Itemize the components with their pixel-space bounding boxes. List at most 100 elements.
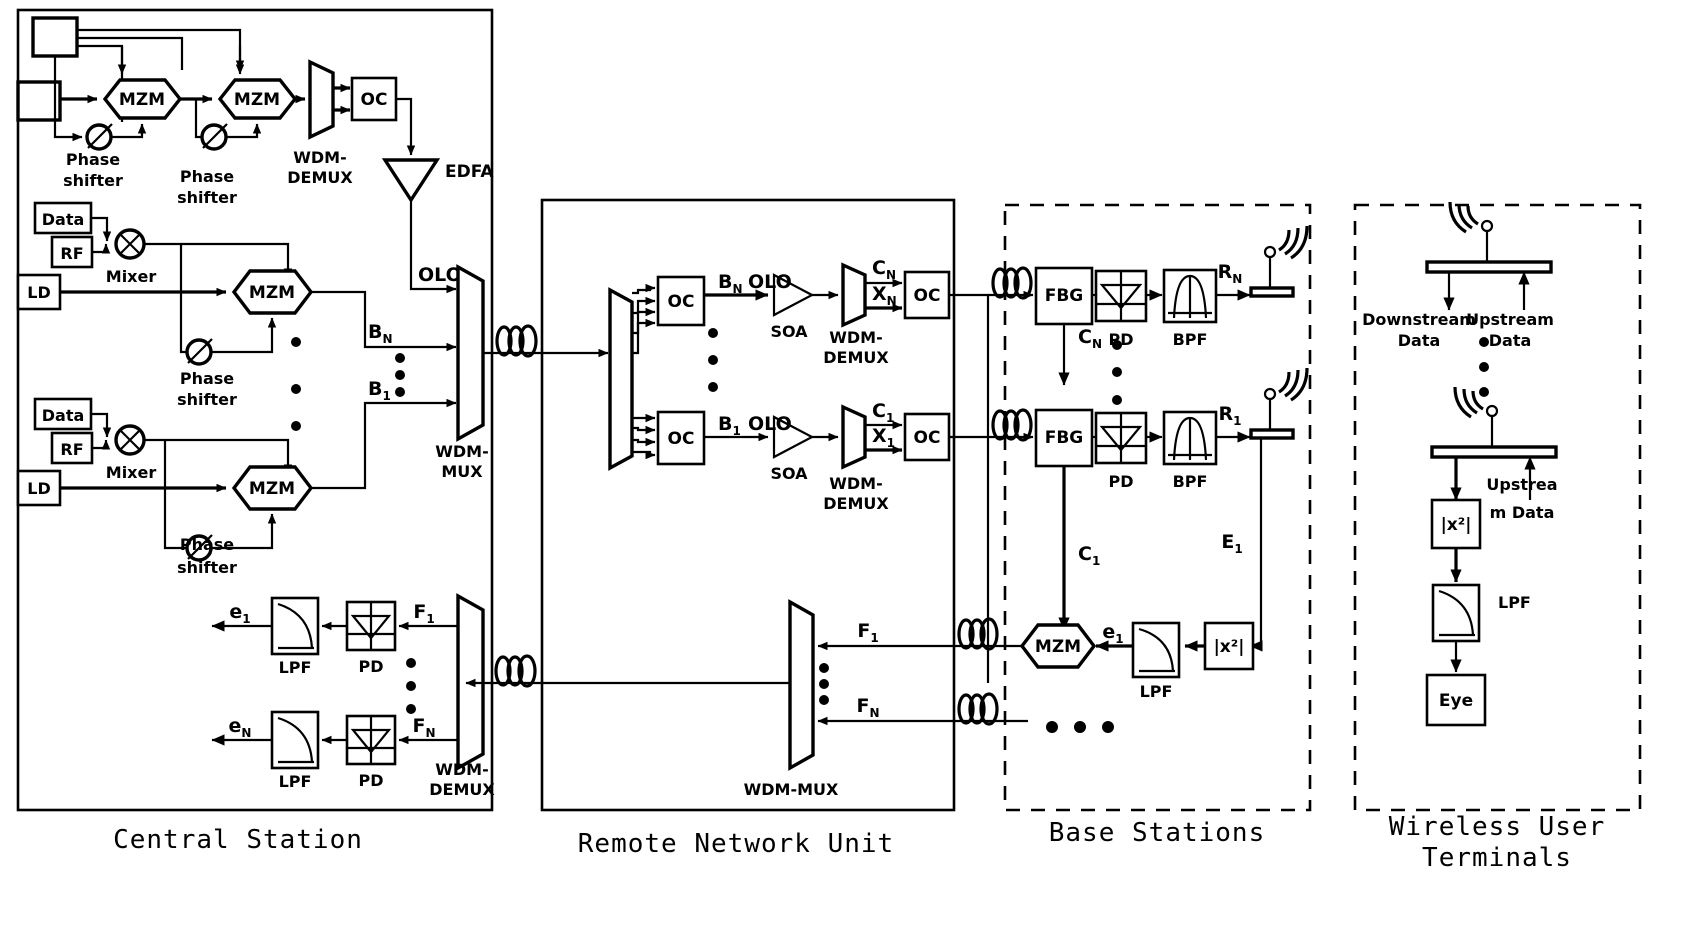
fiber-spool-up-n	[957, 692, 999, 726]
vdot-mux-b	[395, 370, 405, 380]
ld-source-box-top	[16, 80, 62, 122]
mixer-label-1: Mixer	[106, 463, 157, 482]
rnu-wdm-mux-up-label: WDM-MUX	[744, 780, 839, 799]
rf-label-n: RF	[60, 244, 83, 263]
vdot-rnu-c	[708, 382, 718, 392]
vdot-rnumux-c	[819, 695, 829, 705]
r1-label: R1	[1219, 403, 1242, 428]
oc-label-top: OC	[361, 90, 388, 110]
edfa-label: EDFA	[445, 162, 494, 182]
vdot-bs-b	[1112, 367, 1122, 377]
pd-label-rx1: PD	[358, 657, 383, 676]
vdot-rx-b	[406, 681, 416, 691]
caption-remote-network-unit: Remote Network Unit	[578, 829, 894, 859]
e1-small-label-bs: e1	[1102, 621, 1123, 646]
vdot-rx-c	[406, 704, 416, 714]
oc-label-rnu-n: OC	[668, 292, 695, 312]
wdm-demux-label-rx-cs-l1: WDM-	[435, 760, 489, 779]
rnu-demux-label-1-l1: WDM-	[829, 474, 883, 493]
fiber-spool-upstream-cs	[494, 654, 537, 688]
rnu-demux-shape-1	[841, 404, 867, 470]
data-label-n: Data	[42, 210, 85, 229]
mzm-label-n: MZM	[249, 283, 295, 303]
phase-shifter-label-1-l1: Phase	[66, 150, 120, 169]
pd-label-bs-1: PD	[1108, 472, 1133, 491]
mzm-label-2: MZM	[234, 90, 280, 110]
oc-out-label-rnu-1: OC	[914, 428, 941, 448]
wdm-demux-label-top-l1: WDM-	[293, 148, 347, 167]
bpf-label-1: BPF	[1173, 472, 1208, 491]
antenna-wut-top	[1425, 201, 1553, 274]
bpf-label-n: BPF	[1173, 330, 1208, 349]
soa-label-1: SOA	[770, 464, 808, 483]
fiber-spool-bs-n	[991, 266, 1033, 300]
fiber-spool-downstream-cs	[495, 324, 538, 358]
phase-shifter-label-2-l2: shifter	[177, 188, 237, 207]
antenna-wut-bottom	[1430, 386, 1558, 459]
vdot-bs-a	[1112, 340, 1122, 350]
upstream-label-bottom-l1: Upstrea	[1486, 475, 1557, 494]
upstream-label-top-l1: Upstream	[1466, 310, 1554, 329]
antenna-bs-1	[1249, 367, 1309, 440]
vdot-mux-a	[395, 353, 405, 363]
hdot-bs-c	[1102, 721, 1114, 733]
vdot-wut-c	[1479, 387, 1489, 397]
c1-label-bs: C1	[1078, 543, 1100, 568]
vdot-chain-c	[291, 421, 301, 431]
rn-label: RN	[1218, 261, 1243, 286]
ld-label-1: LD	[27, 479, 50, 498]
phase-shifter-label-1b-l2: shifter	[177, 558, 237, 577]
rnu-demux-label-n-l1: WDM-	[829, 328, 883, 347]
downstream-label-l1: Downstream	[1362, 310, 1476, 329]
oc-out-label-rnu-n: OC	[914, 286, 941, 306]
ld-label-n: LD	[27, 283, 50, 302]
rnu-demux-label-1-l2: DEMUX	[823, 494, 889, 513]
phase-shifter-label-n-l1: Phase	[180, 369, 234, 388]
vdot-rnumux-a	[819, 663, 829, 673]
wdm-demux-label-rx-cs-l2: DEMUX	[429, 780, 495, 799]
wdm-mux-shape-cs	[456, 264, 485, 442]
caption-wireless-user-terminals-l1: Wireless User	[1389, 812, 1606, 842]
lpf-label-rx1: LPF	[279, 658, 312, 677]
rnu-wdm-demux-shape	[608, 287, 634, 471]
caption-central-station: Central Station	[113, 825, 363, 855]
diagram-canvas: MZM Phase shifter MZM Phase shifter WDM-…	[0, 0, 1701, 950]
phase-shifter-label-1b-l1: Phase	[180, 535, 234, 554]
rnu-wdm-mux-shape-up	[788, 599, 815, 771]
square-law-label-bs: |x²|	[1214, 637, 1245, 657]
vdot-chain-a	[291, 337, 301, 347]
upstream-label-top-l2: Data	[1489, 331, 1532, 350]
fiber-spool-bs-1	[991, 408, 1033, 442]
hdot-bs-b	[1074, 721, 1086, 733]
mzm-label-1b: MZM	[249, 479, 295, 499]
fbg-label-n: FBG	[1045, 286, 1084, 306]
soa-label-n: SOA	[770, 322, 808, 341]
mzm-label-bs: MZM	[1035, 637, 1081, 657]
pd-label-rxn: PD	[358, 771, 383, 790]
lpf-label-bs: LPF	[1140, 682, 1173, 701]
e1-feedback-path	[1249, 438, 1263, 652]
rf-source-box-top	[31, 16, 79, 58]
lpf-label-wut: LPF	[1498, 593, 1531, 612]
vdot-rnu-b	[708, 355, 718, 365]
upstream-label-bottom-l2: m Data	[1490, 503, 1555, 522]
phase-shifter-label-n-l2: shifter	[177, 390, 237, 409]
vdot-chain-b	[291, 384, 301, 394]
wdm-mux-label-cs-l1: WDM-	[435, 442, 489, 461]
mzm-label-1: MZM	[119, 90, 165, 110]
phase-shifter-label-1-l2: shifter	[63, 171, 123, 190]
caption-base-stations: Base Stations	[1049, 818, 1266, 848]
rnu-demux-label-n-l2: DEMUX	[823, 348, 889, 367]
olo-label-cs: OLO	[418, 264, 462, 286]
vdot-rnu-a	[708, 328, 718, 338]
vdot-rx-a	[406, 658, 416, 668]
square-law-label-wut: |x²|	[1441, 515, 1472, 535]
vdot-bs-c	[1112, 395, 1122, 405]
antenna-bs-n	[1249, 225, 1309, 298]
e1-label-bs: E1	[1221, 531, 1242, 556]
cn-label-bs: CN	[1078, 326, 1102, 351]
vdot-rnumux-b	[819, 679, 829, 689]
vdot-mux-c	[395, 387, 405, 397]
rf-label-1: RF	[60, 440, 83, 459]
data-label-1: Data	[42, 406, 85, 425]
